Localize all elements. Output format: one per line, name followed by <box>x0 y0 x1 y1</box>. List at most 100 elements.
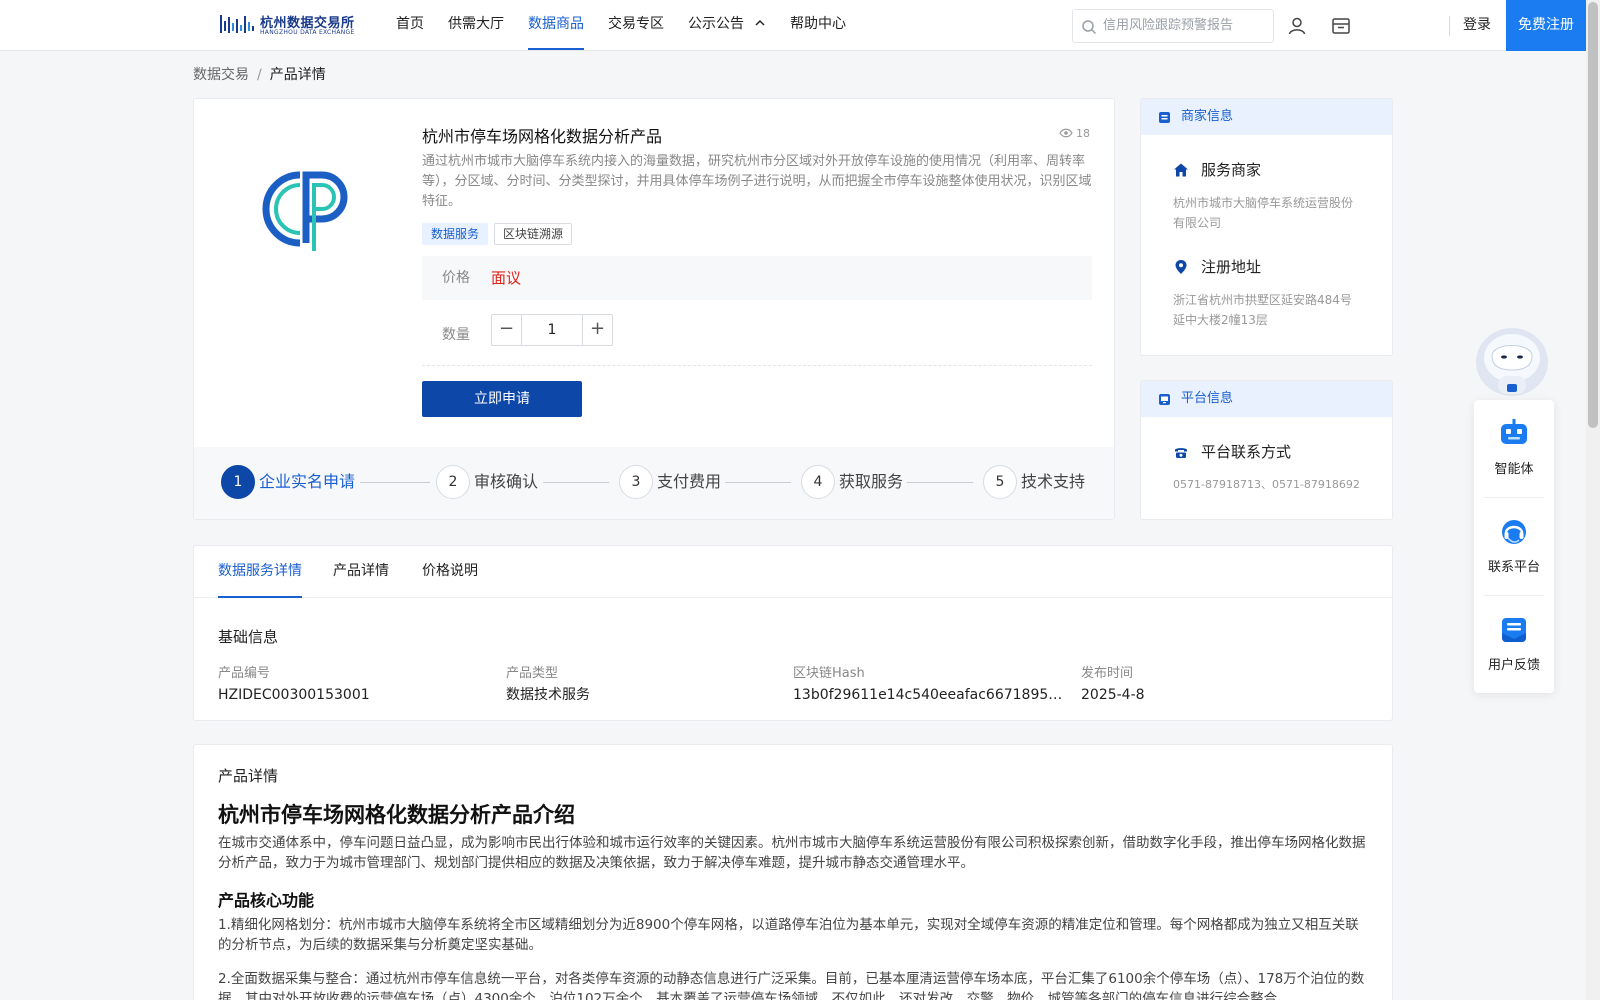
nav-home[interactable]: 首页 <box>396 0 424 50</box>
core-features-heading: 产品核心功能 <box>218 891 315 910</box>
step-connector <box>907 482 973 483</box>
floating-menu: 智能体 联系平台 用户反馈 <box>1474 400 1554 693</box>
price-box: 价格 面议 <box>422 256 1092 300</box>
field-product-type-value: 数据技术服务 <box>506 687 590 703</box>
step-2-number: 2 <box>436 465 470 499</box>
merchant-info-title: 商家信息 <box>1181 109 1234 124</box>
platform-info-card: 平台信息 平台联系方式 0571-87918713、0571-87918692 <box>1140 380 1393 520</box>
detail-heading: 杭州市停车场网格化数据分析产品介绍 <box>218 803 575 827</box>
step-connector <box>725 482 791 483</box>
monitor-icon <box>1159 394 1170 405</box>
breadcrumb-current: 产品详情 <box>269 67 326 83</box>
view-count: 18 <box>1059 127 1090 140</box>
field-publish-date-label: 发布时间 <box>1081 666 1134 681</box>
float-feedback-label: 用户反馈 <box>1487 658 1540 673</box>
quantity-decrease-button[interactable]: − <box>492 315 522 345</box>
phone-icon <box>1175 448 1187 458</box>
headset-icon <box>1502 520 1526 544</box>
logo[interactable]: 杭州数据交易所 HANGZHOU DATA EXCHANGE <box>220 11 360 39</box>
basic-info-title: 基础信息 <box>218 628 279 646</box>
platform-contact-value: 0571-87918713、0571-87918692 <box>1173 478 1360 491</box>
nav-announcements[interactable]: 公示公告 <box>688 0 766 50</box>
nav-announcements-label: 公示公告 <box>688 16 744 32</box>
platform-info-header: 平台信息 <box>1141 381 1392 417</box>
nav-data-products[interactable]: 数据商品 <box>528 0 584 50</box>
nav-supply-demand[interactable]: 供需大厅 <box>448 0 504 50</box>
store-icon <box>1159 112 1170 123</box>
field-product-id-label: 产品编号 <box>218 666 271 681</box>
step-connector <box>543 482 609 483</box>
product-title: 杭州市停车场网格化数据分析产品 <box>422 127 663 146</box>
field-product-type-label: 产品类型 <box>506 666 559 681</box>
header-divider <box>1449 16 1450 36</box>
field-blockchain-hash-label: 区块链Hash <box>793 666 865 681</box>
feature-paragraph-2: 2.全面数据采集与整合：通过杭州市停车信息统一平台，对各类停车资源的动静态信息进… <box>218 971 1365 1000</box>
search-icon <box>1082 20 1097 35</box>
tag-data-service: 数据服务 <box>422 223 489 245</box>
view-count-value: 18 <box>1076 127 1090 140</box>
quantity-value[interactable]: 1 <box>522 315 582 345</box>
step-4-number: 4 <box>801 465 835 499</box>
logo-bars-icon <box>220 15 254 33</box>
nav-trade-zone[interactable]: 交易专区 <box>608 0 664 50</box>
tab-service-details[interactable]: 数据服务详情 <box>218 546 302 598</box>
robot-assistant-icon[interactable] <box>1472 326 1552 402</box>
float-feedback-button[interactable]: 用户反馈 <box>1474 596 1554 693</box>
platform-contact-label: 平台联系方式 <box>1201 443 1292 461</box>
price-label: 价格 <box>442 270 470 286</box>
top-header: 杭州数据交易所 HANGZHOU DATA EXCHANGE 首页 供需大厅 数… <box>0 0 1600 51</box>
service-details-card: 数据服务详情 产品详情 价格说明 基础信息 产品编号 HZIDEC0030015… <box>193 545 1393 721</box>
price-value: 面议 <box>491 269 522 287</box>
quantity-stepper: − 1 + <box>491 314 613 346</box>
float-agent-label: 智能体 <box>1494 462 1534 477</box>
product-tags: 数据服务 区块链溯源 <box>422 223 578 245</box>
page-scrollbar[interactable] <box>1586 0 1600 1000</box>
product-card: 杭州市停车场网格化数据分析产品 18 通过杭州市城市大脑停车系统内接入的海量数据… <box>193 98 1115 520</box>
cart-icon[interactable] <box>1331 16 1351 36</box>
chevron-up-icon <box>755 19 765 26</box>
step-5-number: 5 <box>983 465 1017 499</box>
feature-paragraph-1: 1.精细化网格划分：杭州市城市大脑停车系统将全市区域精细划分为近8900个停车网… <box>218 917 1359 953</box>
tag-blockchain: 区块链溯源 <box>494 223 573 245</box>
register-button[interactable]: 免费注册 <box>1506 0 1586 51</box>
product-detail-card: 产品详情 杭州市停车场网格化数据分析产品介绍 在城市交通体系中，停车问题日益凸显… <box>193 744 1393 1000</box>
location-pin-icon <box>1175 260 1187 274</box>
user-icon[interactable] <box>1287 16 1307 36</box>
tab-product-details[interactable]: 产品详情 <box>333 546 389 598</box>
service-merchant-value: 杭州市城市大脑停车系统运营股份有限公司 <box>1173 196 1354 230</box>
nav-help-center[interactable]: 帮助中心 <box>790 0 846 50</box>
float-contact-label: 联系平台 <box>1487 560 1540 575</box>
float-contact-button[interactable]: 联系平台 <box>1474 498 1554 595</box>
field-product-id: 产品编号 HZIDEC00300153001 <box>218 664 488 706</box>
field-product-type: 产品类型 数据技术服务 <box>506 664 776 706</box>
field-blockchain-hash-value: 13b0f29611e14c540eeafac6671895cede7… <box>793 687 1063 703</box>
step-3-label: 支付费用 <box>657 472 722 491</box>
merchant-info-header: 商家信息 <box>1141 99 1392 135</box>
scrollbar-thumb[interactable] <box>1588 2 1598 428</box>
search-placeholder: 信用风险跟踪预警报告 <box>1103 18 1234 33</box>
detail-tabs: 数据服务详情 产品详情 价格说明 <box>194 546 1392 598</box>
quantity-increase-button[interactable]: + <box>582 315 612 345</box>
product-description: 通过杭州市城市大脑停车系统内接入的海量数据，研究杭州市分区域对外开放停车设施的使… <box>422 154 1092 209</box>
step-connector <box>360 482 430 483</box>
breadcrumb: 数据交易 / 产品详情 <box>193 64 326 84</box>
home-icon <box>1174 163 1188 177</box>
step-1-label: 企业实名申请 <box>259 472 356 491</box>
step-5-label: 技术支持 <box>1021 472 1086 491</box>
tab-price-description[interactable]: 价格说明 <box>422 546 478 598</box>
process-steps: 1 企业实名申请 2 审核确认 3 支付费用 4 获取服务 5 技术支持 <box>194 447 1114 519</box>
step-1-number: 1 <box>221 465 255 499</box>
field-product-id-value: HZIDEC00300153001 <box>218 687 370 703</box>
search-box[interactable]: 信用风险跟踪预警报告 <box>1072 9 1274 43</box>
field-blockchain-hash: 区块链Hash 13b0f29611e14c540eeafac6671895ce… <box>793 664 1063 706</box>
breadcrumb-separator: / <box>257 67 262 83</box>
float-agent-button[interactable]: 智能体 <box>1474 400 1554 497</box>
eye-icon <box>1059 128 1073 138</box>
breadcrumb-parent[interactable]: 数据交易 <box>193 67 249 83</box>
login-button[interactable]: 登录 <box>1463 0 1491 50</box>
merchant-info-card: 商家信息 服务商家 杭州市城市大脑停车系统运营股份有限公司 注册地址 浙江省杭州… <box>1140 98 1393 356</box>
product-logo-icon <box>262 171 348 251</box>
robot-icon <box>1501 419 1527 444</box>
apply-button[interactable]: 立即申请 <box>422 381 582 417</box>
service-merchant-label: 服务商家 <box>1201 161 1262 179</box>
